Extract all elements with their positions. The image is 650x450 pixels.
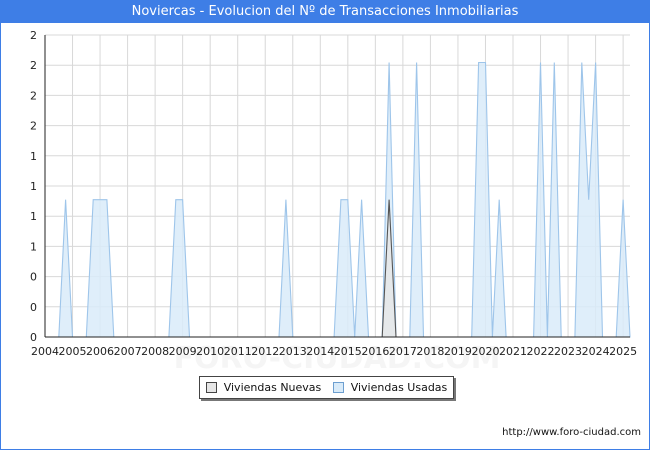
legend: Viviendas Nuevas Viviendas Usadas xyxy=(199,376,454,399)
x-tick-label: 2012 xyxy=(251,345,279,358)
x-tick-label: 2016 xyxy=(361,345,389,358)
y-tick-label: 0 xyxy=(30,301,37,314)
source-link[interactable]: http://www.foro-ciudad.com xyxy=(502,427,641,438)
x-tick-labels: 2004 2005 2006 2007 2008 2009 2010 2011 2012 2013… xyxy=(31,345,637,358)
x-tick-label: 2024 xyxy=(582,345,610,358)
x-tick-label: 2004 xyxy=(31,345,59,358)
y-tick-label: 0 xyxy=(30,331,37,344)
legend-swatch-nuevas xyxy=(205,382,217,393)
y-tick-label: 2 xyxy=(30,120,37,133)
x-tick-label: 2020 xyxy=(471,345,499,358)
x-tick-label: 2008 xyxy=(141,345,169,358)
x-tick-label: 2005 xyxy=(59,345,87,358)
x-tick-label: 2017 xyxy=(389,345,417,358)
x-tick-label: 2018 xyxy=(416,345,444,358)
x-tick-label: 2010 xyxy=(196,345,224,358)
legend-label-nuevas: Viviendas Nuevas xyxy=(223,381,322,394)
x-tick-label: 2022 xyxy=(527,345,555,358)
x-tick-label: 2019 xyxy=(444,345,472,358)
y-tick-label: 2 xyxy=(30,59,37,72)
y-tick-label: 1 xyxy=(30,210,37,223)
legend-swatch-usadas xyxy=(332,382,344,393)
x-tick-label: 2023 xyxy=(554,345,582,358)
x-tick-label: 2021 xyxy=(499,345,527,358)
y-tick-label: 2 xyxy=(30,29,37,42)
x-tick-label: 2025 xyxy=(609,345,637,358)
legend-item-nuevas: Viviendas Nuevas xyxy=(205,381,322,394)
y-tick-label: 2 xyxy=(30,89,37,102)
legend-label-usadas: Viviendas Usadas xyxy=(350,381,448,394)
y-tick-label: 1 xyxy=(30,180,37,193)
y-tick-label: 1 xyxy=(30,240,37,253)
y-tick-labels: 0 0 0 1 1 1 1 2 2 2 2 xyxy=(30,29,37,344)
x-tick-label: 2009 xyxy=(169,345,197,358)
x-tick-label: 2007 xyxy=(114,345,142,358)
x-tick-label: 2013 xyxy=(279,345,307,358)
legend-item-usadas: Viviendas Usadas xyxy=(332,381,448,394)
x-tick-label: 2014 xyxy=(306,345,334,358)
x-tick-label: 2011 xyxy=(224,345,252,358)
x-tick-label: 2015 xyxy=(334,345,362,358)
x-tick-label: 2006 xyxy=(86,345,114,358)
y-tick-label: 1 xyxy=(30,150,37,163)
y-tick-label: 0 xyxy=(30,271,37,284)
